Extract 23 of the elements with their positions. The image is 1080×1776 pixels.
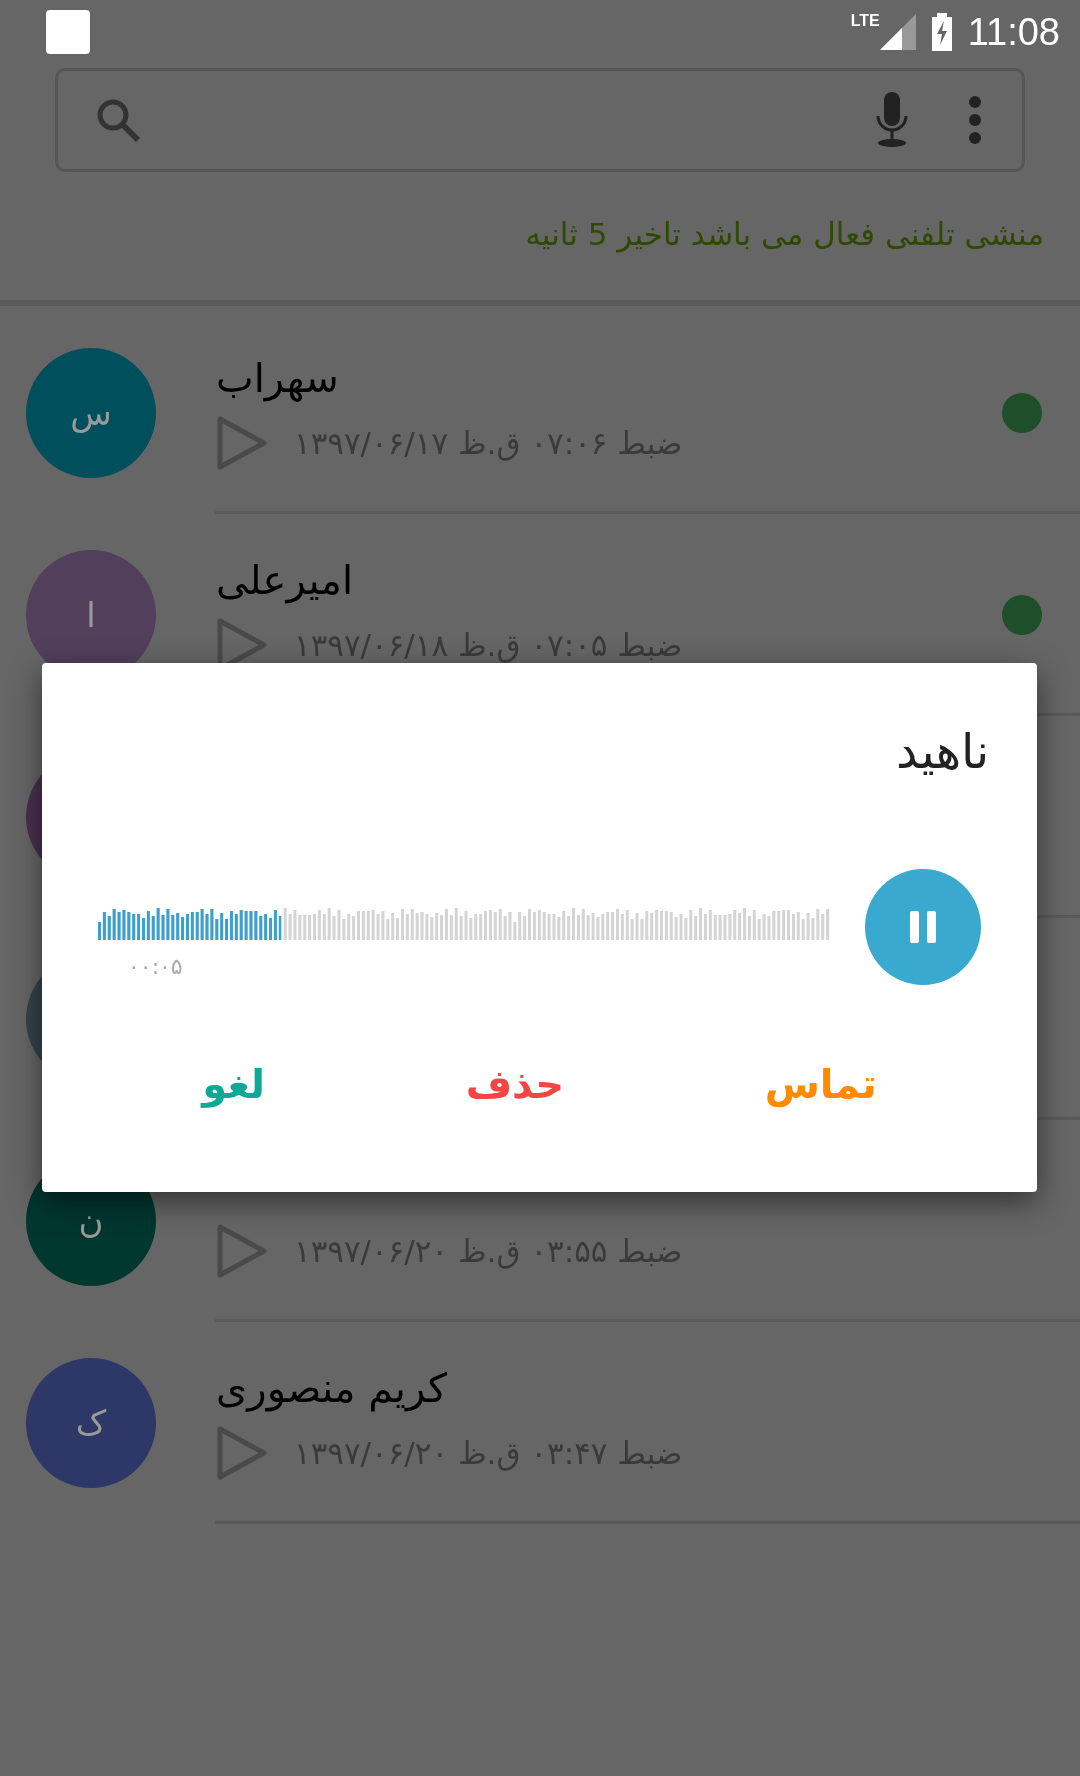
cancel-button[interactable]: لغو xyxy=(172,1051,295,1117)
avatar-initial: ا xyxy=(86,595,96,635)
notice-text: منشی تلفنی فعال می باشد تاخیر 5 ثانیه xyxy=(524,215,1045,255)
contact-name: کریم منصوری xyxy=(216,1365,448,1411)
signal-icon xyxy=(879,14,916,50)
search-field[interactable] xyxy=(55,68,1025,172)
call-button[interactable]: تماس xyxy=(734,1051,907,1117)
contact-name: سهراب xyxy=(216,355,339,401)
contact-name: امیرعلی xyxy=(216,557,354,603)
more-options-icon[interactable] xyxy=(968,95,982,145)
pause-icon xyxy=(910,911,936,943)
avatar-initial: ن xyxy=(78,1201,104,1241)
dialog-title: ناهید xyxy=(896,723,989,779)
delete-button[interactable]: حذف xyxy=(435,1051,595,1117)
battery-charging-icon xyxy=(929,13,954,51)
notification-icon xyxy=(46,10,90,54)
microphone-icon[interactable] xyxy=(874,92,910,148)
waveform-track[interactable] xyxy=(98,905,831,940)
status-time: 11:08 xyxy=(967,10,1060,54)
avatar-initial: ک xyxy=(75,1403,107,1443)
avatar-initial: س xyxy=(70,393,112,433)
playback-time: ۰۰:۰۵ xyxy=(128,953,183,979)
network-label: LTE xyxy=(850,12,880,30)
